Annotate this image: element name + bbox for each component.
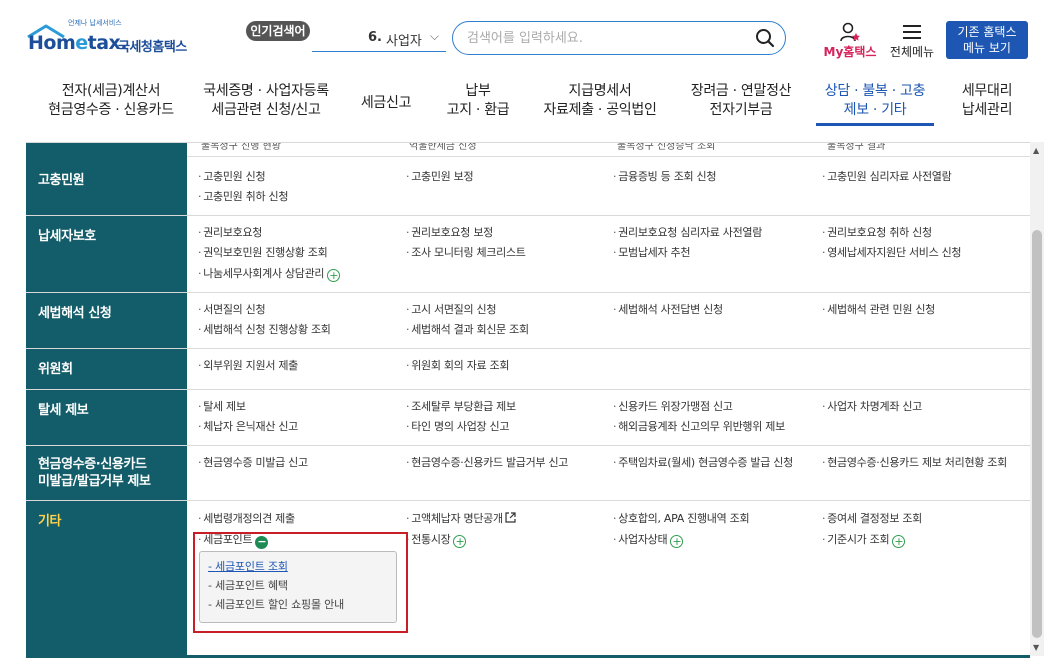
scroll-up-arrow-icon[interactable]: ▲: [1033, 146, 1039, 155]
vertical-scrollbar[interactable]: ▲ ▼: [1030, 142, 1044, 656]
menu-link-expandable[interactable]: 기준시가 조회+: [822, 530, 906, 550]
menu-link[interactable]: 권리보호요청 보정: [406, 223, 493, 243]
menu-link[interactable]: 세법해석 결과 회신문 조회: [406, 320, 529, 340]
menu-link[interactable]: 권익보호민원 진행상황 조회: [198, 243, 328, 263]
menu-link[interactable]: 권리보호요청 취하 신청: [822, 223, 932, 243]
menu-link[interactable]: 현금영수증·신용카드 제보 처리현황 조회: [822, 453, 1007, 473]
popular-rank: 6.: [368, 30, 382, 45]
menu-link[interactable]: 영세납세자지원단 서비스 신청: [822, 243, 961, 263]
nav-payment[interactable]: 납부 고지 · 환급: [440, 82, 516, 120]
nav-incentive[interactable]: 장려금 · 연말정산 전자기부금: [682, 82, 800, 120]
menu-link[interactable]: 위원회 회의 자료 조회: [406, 356, 509, 376]
search-icon[interactable]: [755, 28, 775, 48]
hometax-logo[interactable]: 언제나 납세서비스 Hometax. 국세청홈택스: [26, 18, 206, 58]
external-link-icon: [505, 512, 516, 523]
popular-keyword-dropdown[interactable]: 6. 사업자 ⌵: [312, 29, 446, 52]
category-row: 고충민원 고충민원 신청 고충민원 보정 금융증빙 등 조회 신청 고충민원 심…: [26, 158, 1030, 216]
category-row-active: 기타 세법령개정의견 제출 고액체납자 명단공개 상호합의, APA 진행내역 …: [26, 501, 1030, 656]
category-title: 세법해석 신청: [38, 306, 112, 321]
hamburger-icon: [903, 25, 921, 39]
menu-link[interactable]: 체납자 은닉재산 신고: [198, 417, 298, 437]
all-menu-label: 전체메뉴: [889, 45, 935, 59]
category-row: 위원회 외부위원 지원서 제출 위원회 회의 자료 조회: [26, 349, 1030, 390]
highlight-box: [193, 532, 408, 633]
menu-link[interactable]: 조사 모니터링 체크리스트: [406, 243, 526, 263]
category-title: 고충민원: [38, 173, 85, 188]
nav-tax-certificate[interactable]: 국세증명 · 사업자등록 세금관련 신청/신고: [196, 82, 336, 120]
category-title: 위원회: [38, 362, 73, 377]
scroll-down-arrow-icon[interactable]: ▼: [1033, 643, 1039, 652]
menu-link[interactable]: 증여세 결정정보 조회: [822, 509, 922, 529]
my-hometax-button[interactable]: My홈택스: [822, 22, 878, 59]
expand-plus-icon[interactable]: +: [453, 535, 467, 548]
nav-consultation[interactable]: 상담 · 불복 · 고충 제보 · 기타: [816, 82, 934, 126]
cut-off-row: 불복청구 진행 현황 억울한세금 신청 불복청구 신청승낙 조회 불복청구 결과: [187, 143, 1030, 157]
menu-link[interactable]: 탈세 제보: [198, 397, 246, 417]
nav-tax-agent[interactable]: 세무대리 납세관리: [950, 82, 1024, 120]
nav-e-invoice[interactable]: 전자(세금)계산서 현금영수증 · 신용카드: [42, 82, 180, 120]
menu-link[interactable]: 조세탈루 부당환급 제보: [406, 397, 516, 417]
menu-content: 불복청구 진행 현황 억울한세금 신청 불복청구 신청승낙 조회 불복청구 결과…: [26, 142, 1030, 656]
category-row: 현금영수증·신용카드미발급/발급거부 제보 현금영수증 미발급 신고 현금영수증…: [26, 446, 1030, 501]
menu-link[interactable]: 고충민원 취하 신청: [198, 187, 288, 207]
menu-link[interactable]: 사업자 차명계좌 신고: [822, 397, 922, 417]
expand-plus-icon[interactable]: +: [327, 269, 341, 282]
top-bar: 언제나 납세서비스 Hometax. 국세청홈택스 인기검색어 6. 사업자 ⌵…: [0, 0, 1060, 70]
scrollbar-thumb[interactable]: [1032, 230, 1042, 638]
menu-link[interactable]: 권리보호요청 심리자료 사전열람: [613, 223, 762, 243]
menu-link[interactable]: 외부위원 지원서 제출: [198, 356, 298, 376]
menu-link-expandable[interactable]: 전통시장+: [406, 530, 467, 550]
menu-link[interactable]: 상호합의, APA 진행내역 조회: [613, 509, 749, 529]
logo-subtitle: 국세청홈택스: [118, 40, 187, 55]
menu-link[interactable]: 현금영수증 미발급 신고: [198, 453, 308, 473]
expand-plus-icon[interactable]: +: [892, 535, 906, 548]
menu-link[interactable]: 모범납세자 추천: [613, 243, 690, 263]
menu-link[interactable]: 서면질의 신청: [198, 300, 265, 320]
menu-link[interactable]: 세법해석 관련 민원 신청: [822, 300, 935, 320]
user-icon: [840, 22, 860, 42]
bottom-divider: [26, 655, 1030, 658]
main-nav: 전자(세금)계산서 현금영수증 · 신용카드 국세증명 · 사업자등록 세금관련 신…: [0, 82, 1060, 134]
category-row: 세법해석 신청 서면질의 신청 고시 서면질의 신청 세법해석 사전답변 신청 …: [26, 293, 1030, 349]
popular-keyword: 사업자: [386, 34, 422, 49]
menu-link[interactable]: 세법해석 신청 진행상황 조회: [198, 320, 331, 340]
menu-link-expandable[interactable]: 나눔세무사회계사 상담관리+: [198, 264, 341, 284]
menu-link-expandable[interactable]: 사업자상태+: [613, 530, 684, 550]
search-input[interactable]: [467, 27, 747, 49]
popular-search-badge: 인기검색어: [246, 21, 310, 41]
expand-plus-icon[interactable]: +: [670, 535, 684, 548]
menu-link-external[interactable]: 고액체납자 명단공개: [406, 509, 516, 529]
menu-link[interactable]: 타인 명의 사업장 신고: [406, 417, 509, 437]
menu-link[interactable]: 세법령개정의견 제출: [198, 509, 295, 529]
category-title: 탈세 제보: [38, 403, 89, 418]
menu-link[interactable]: 고시 서면질의 신청: [406, 300, 496, 320]
menu-link[interactable]: 금융증빙 등 조회 신청: [613, 167, 716, 187]
logo-brand: Hometax.: [28, 32, 128, 54]
menu-link[interactable]: 권리보호요청: [198, 223, 262, 243]
menu-link[interactable]: 고충민원 심리자료 사전열람: [822, 167, 952, 187]
menu-link[interactable]: 주택임차료(월세) 현금영수증 발급 신청: [613, 453, 793, 473]
all-menu-button[interactable]: 전체메뉴: [886, 22, 938, 59]
old-hometax-menu-button[interactable]: 기존 홈택스 메뉴 보기: [946, 21, 1028, 59]
menu-link[interactable]: 고충민원 보정: [406, 167, 473, 187]
category-title: 납세자보호: [38, 229, 96, 244]
nav-payment-statement[interactable]: 지급명세서 자료제출 · 공익법인: [540, 82, 660, 120]
my-hometax-label: My홈택스: [823, 45, 877, 59]
category-title-active: 기타: [38, 514, 62, 529]
menu-link[interactable]: 고충민원 신청: [198, 167, 265, 187]
chevron-down-icon: ⌵: [430, 29, 440, 43]
search-box: [452, 21, 786, 55]
logo-tagline: 언제나 납세서비스: [68, 19, 122, 27]
category-title: 현금영수증·신용카드 미발급/발급거부 제보: [38, 457, 151, 489]
category-row: 탈세 제보 탈세 제보 조세탈루 부당환급 제보 신용카드 위장가맹점 신고 사…: [26, 390, 1030, 446]
menu-link[interactable]: 현금영수증·신용카드 발급거부 신고: [406, 453, 568, 473]
menu-link[interactable]: 세법해석 사전답변 신청: [613, 300, 723, 320]
nav-tax-return[interactable]: 세금신고: [356, 94, 416, 113]
menu-link[interactable]: 신용카드 위장가맹점 신고: [613, 397, 733, 417]
category-row: 납세자보호 권리보호요청 권리보호요청 보정 권리보호요청 심리자료 사전열람 …: [26, 216, 1030, 293]
menu-link[interactable]: 해외금융계좌 신고의무 위반행위 제보: [613, 417, 785, 437]
